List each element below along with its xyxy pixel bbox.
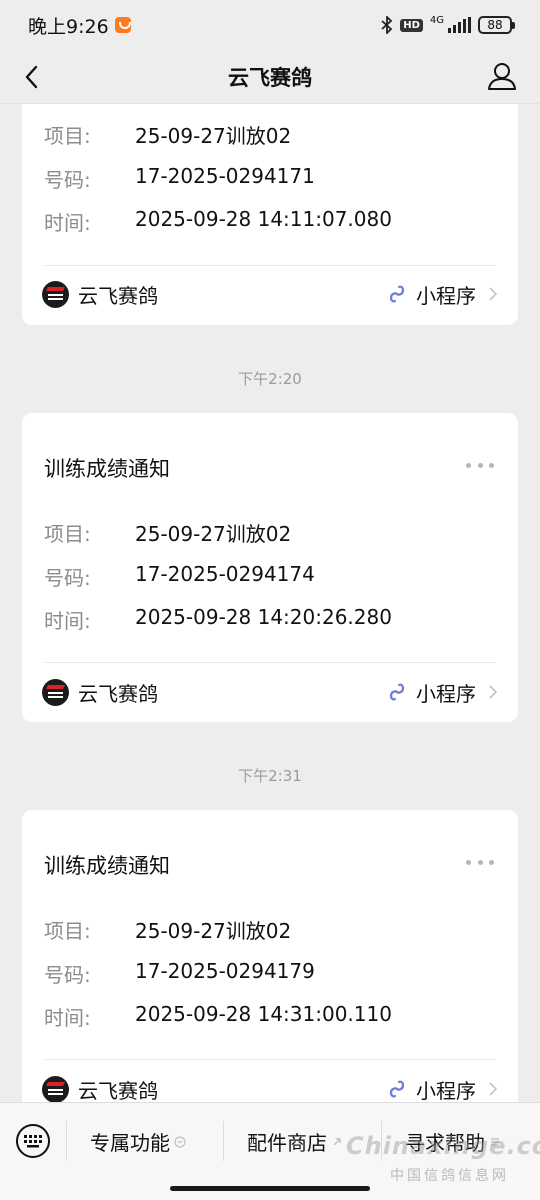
- brand-logo-icon: [42, 678, 69, 706]
- battery-icon: 88: [478, 16, 515, 34]
- mini-program-link[interactable]: 小程序: [386, 1075, 498, 1103]
- divider: [44, 265, 496, 266]
- field-project: 项目: 25-09-27训放02: [44, 518, 291, 547]
- brand-logo-icon: [42, 1075, 69, 1102]
- mini-program-icon: [389, 285, 405, 303]
- status-bar: 晚上9:26 HD 4G 88: [0, 0, 540, 50]
- field-label: 号码:: [44, 566, 91, 590]
- card-footer[interactable]: 云飞赛鸽 小程序: [42, 677, 498, 707]
- field-label: 项目:: [44, 522, 91, 546]
- message-card: 项目: 25-09-27训放02 号码: 17-2025-0294171 时间:…: [22, 104, 518, 325]
- chevron-right-icon: [489, 685, 498, 699]
- more-options-icon[interactable]: [466, 463, 494, 471]
- field-value: 2025-09-28 14:31:00.110: [135, 1002, 392, 1026]
- watermark-text: Chinaxinge.com: [346, 1132, 540, 1160]
- keyboard-icon[interactable]: [15, 1123, 51, 1159]
- field-value: 17-2025-0294174: [135, 562, 315, 586]
- mini-program-link[interactable]: 小程序: [386, 678, 498, 707]
- field-value: 17-2025-0294171: [135, 164, 315, 188]
- notification-app-icon: [114, 17, 131, 33]
- brand-name: 云飞赛鸽: [78, 283, 158, 308]
- mini-program-label: 小程序: [416, 283, 476, 308]
- watermark-subtext: 中国信鸽信息网: [390, 1168, 509, 1184]
- message-card[interactable]: 训练成绩通知 项目: 25-09-27训放02 号码: 17-2025-0294…: [22, 413, 518, 722]
- bluetooth-icon: [381, 16, 393, 34]
- more-options-icon[interactable]: [466, 860, 494, 868]
- mini-program-label: 小程序: [416, 1078, 476, 1103]
- card-title: 训练成绩通知: [44, 457, 170, 481]
- back-arrow-icon[interactable]: [18, 62, 48, 92]
- mini-program-badge-icon: [174, 1136, 186, 1147]
- status-right: HD 4G 88: [381, 15, 515, 34]
- field-number: 号码: 17-2025-0294179: [44, 959, 315, 988]
- home-indicator[interactable]: [170, 1186, 370, 1191]
- field-value: 25-09-27训放02: [135, 919, 292, 943]
- field-project: 项目: 25-09-27训放02: [44, 120, 291, 149]
- mini-program-icon: [389, 1080, 405, 1098]
- field-value: 2025-09-28 14:11:07.080: [135, 207, 392, 231]
- hd-badge: HD: [400, 18, 423, 32]
- nav-bar: 云飞赛鸽: [0, 50, 540, 104]
- mini-program-icon: [389, 683, 405, 701]
- field-label: 号码:: [44, 168, 91, 192]
- divider: [44, 1059, 496, 1060]
- field-value: 25-09-27训放02: [135, 522, 292, 546]
- field-number: 号码: 17-2025-0294174: [44, 562, 315, 591]
- page-title: 云飞赛鸽: [228, 65, 312, 90]
- message-card[interactable]: 训练成绩通知 项目: 25-09-27训放02 号码: 17-2025-0294…: [22, 810, 518, 1102]
- menu-exclusive-features[interactable]: 专属功能: [90, 1127, 186, 1156]
- message-list[interactable]: 项目: 25-09-27训放02 号码: 17-2025-0294171 时间:…: [0, 104, 540, 1102]
- field-time: 时间: 2025-09-28 14:31:00.110: [44, 1002, 392, 1031]
- profile-icon[interactable]: [486, 60, 518, 92]
- field-label: 项目:: [44, 124, 91, 148]
- signal-icon: [448, 17, 471, 33]
- brand-name: 云飞赛鸽: [78, 1078, 158, 1103]
- message-timestamp: 下午2:31: [238, 767, 302, 785]
- menu-divider: [66, 1121, 67, 1161]
- menu-accessory-store[interactable]: 配件商店: [247, 1127, 343, 1156]
- chevron-right-icon: [489, 1082, 498, 1096]
- field-label: 时间:: [44, 1006, 91, 1030]
- chevron-right-icon: [489, 287, 498, 301]
- field-value: 2025-09-28 14:20:26.280: [135, 605, 392, 629]
- message-timestamp: 下午2:20: [238, 370, 302, 388]
- brand-logo-icon: [42, 280, 69, 308]
- field-project: 项目: 25-09-27训放02: [44, 915, 291, 944]
- mini-program-label: 小程序: [416, 681, 476, 706]
- field-label: 时间:: [44, 211, 91, 235]
- card-footer[interactable]: 云飞赛鸽 小程序: [42, 1074, 498, 1102]
- field-label: 号码:: [44, 963, 91, 987]
- menu-label: 配件商店: [247, 1131, 327, 1155]
- network-type: 4G: [429, 15, 444, 26]
- status-left: 晚上9:26: [28, 12, 131, 39]
- field-value: 17-2025-0294179: [135, 959, 315, 983]
- card-title: 训练成绩通知: [44, 854, 170, 878]
- field-label: 项目:: [44, 919, 91, 943]
- field-number: 号码: 17-2025-0294171: [44, 164, 315, 193]
- divider: [44, 662, 496, 663]
- card-footer[interactable]: 云飞赛鸽 小程序: [42, 279, 498, 309]
- brand-name: 云飞赛鸽: [78, 681, 158, 706]
- field-value: 25-09-27训放02: [135, 124, 292, 148]
- mini-program-link[interactable]: 小程序: [386, 280, 498, 309]
- link-badge-icon: [333, 1137, 341, 1145]
- field-label: 时间:: [44, 609, 91, 633]
- menu-label: 专属功能: [90, 1131, 170, 1155]
- field-time: 时间: 2025-09-28 14:11:07.080: [44, 207, 392, 236]
- field-time: 时间: 2025-09-28 14:20:26.280: [44, 605, 392, 634]
- menu-divider: [223, 1121, 224, 1161]
- status-time: 晚上9:26: [28, 15, 109, 38]
